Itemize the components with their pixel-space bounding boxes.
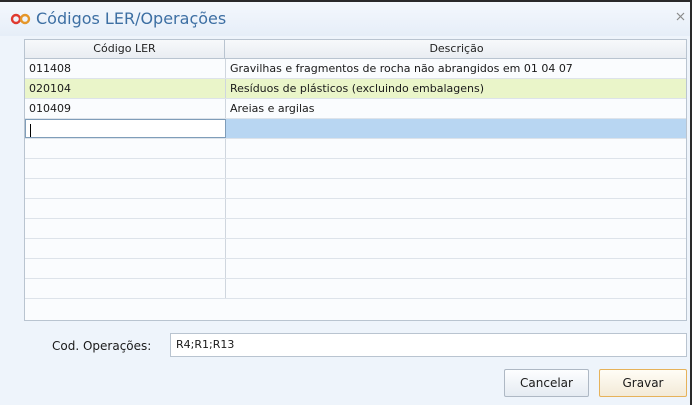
cell-code[interactable]: 011408 [25,59,226,78]
cell-description[interactable] [226,239,686,258]
text-caret [30,123,31,137]
cell-code[interactable] [25,179,226,198]
table-row[interactable] [25,219,686,239]
table-row[interactable] [25,119,686,139]
cell-description[interactable]: Gravilhas e fragmentos de rocha não abra… [226,59,686,78]
table-row[interactable] [25,259,686,279]
cell-description[interactable] [226,219,686,238]
cell-code[interactable] [25,199,226,218]
cell-description[interactable] [226,179,686,198]
save-button[interactable]: Gravar [599,369,687,397]
cell-code[interactable] [25,279,226,298]
window-title: Códigos LER/Operações [36,9,227,28]
cell-code[interactable] [25,159,226,178]
close-icon[interactable] [676,11,685,21]
infinity-logo-icon [10,13,32,25]
column-header-code[interactable]: Código LER [25,40,225,58]
table-row[interactable] [25,139,686,159]
cell-description[interactable] [226,119,686,138]
cell-description[interactable] [226,259,686,278]
table-row[interactable] [25,179,686,199]
cell-description[interactable] [226,279,686,298]
cell-code[interactable] [25,239,226,258]
table-row[interactable]: 020104 Resíduos de plásticos (excluindo e… [25,79,686,99]
cell-code[interactable]: 020104 [25,79,226,98]
cell-code[interactable] [25,219,226,238]
cell-code[interactable] [25,259,226,278]
cancel-button[interactable]: Cancelar [504,369,589,397]
cell-description[interactable]: Resíduos de plásticos (excluindo embalag… [226,79,686,98]
cell-code[interactable]: 010409 [25,99,226,118]
column-header-description[interactable]: Descrição [226,40,686,58]
table-row[interactable] [25,159,686,179]
table-row[interactable] [25,279,686,299]
table-row[interactable]: 011408 Gravilhas e fragmentos de rocha nã… [25,59,686,79]
cell-description[interactable] [226,199,686,218]
operations-input[interactable]: R4;R1;R13 [170,333,687,357]
dialog-window: Códigos LER/Operações Código LER Descriç… [0,0,692,405]
cell-code[interactable] [25,139,226,158]
grid-header: Código LER Descrição [25,40,686,59]
ler-codes-grid[interactable]: Código LER Descrição 011408 Gravilhas e f… [24,39,687,321]
operations-label: Cod. Operações: [52,339,152,353]
cell-description[interactable] [226,139,686,158]
cell-code[interactable] [25,119,226,138]
table-row[interactable] [25,199,686,219]
title-bar: Códigos LER/Operações [0,2,690,36]
table-row[interactable] [25,239,686,259]
cell-description[interactable]: Areias e argilas [226,99,686,118]
cell-description[interactable] [226,159,686,178]
table-row[interactable]: 010409 Areias e argilas [25,99,686,119]
